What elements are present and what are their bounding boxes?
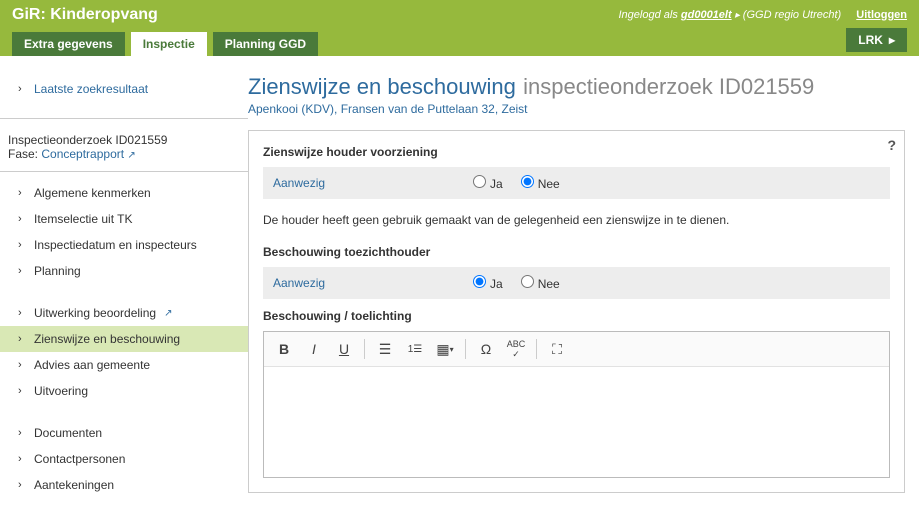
fase-link[interactable]: Conceptrapport ↗ xyxy=(41,147,135,161)
tab-extra-gegevens[interactable]: Extra gegevens xyxy=(12,32,125,56)
zienswijze-aanwezig-row: Aanwezig Ja Nee xyxy=(263,167,890,199)
rich-text-editor: B I U ☰ 1☰ ▦▾ Ω ABC✓ ⛶ xyxy=(263,331,890,478)
sidebar-item-advies[interactable]: › Advies aan gemeente xyxy=(0,352,248,378)
chevron-right-icon: › xyxy=(18,359,26,371)
sidebar-item-uitwerking[interactable]: › Uitwerking beoordeling ↗ xyxy=(0,300,248,326)
italic-button[interactable]: I xyxy=(300,336,328,362)
user-info: Ingelogd als gd0001elt (GGD regio Utrech… xyxy=(619,9,908,21)
tab-planning-ggd[interactable]: Planning GGD xyxy=(213,32,318,56)
section-zienswijze-title: Zienswijze houder voorziening xyxy=(263,145,890,159)
underline-button[interactable]: U xyxy=(330,336,358,362)
last-search-link[interactable]: › Laatste zoekresultaat xyxy=(0,76,248,102)
zienswijze-nee-radio[interactable]: Nee xyxy=(521,175,560,191)
bold-button[interactable]: B xyxy=(270,336,298,362)
chevron-right-icon: › xyxy=(18,83,26,95)
page-title: Zienswijze en beschouwing xyxy=(248,74,516,99)
chevron-right-icon: › xyxy=(18,187,26,199)
external-icon: ↗ xyxy=(164,308,172,319)
app-header: GiR: Kinderopvang Ingelogd als gd0001elt… xyxy=(0,0,919,56)
logout-link[interactable]: Uitloggen xyxy=(856,9,907,21)
sidebar-item-zienswijze[interactable]: › Zienswijze en beschouwing xyxy=(0,326,248,352)
sidebar-item-aantekeningen[interactable]: › Aantekeningen xyxy=(0,472,248,498)
external-icon xyxy=(735,9,740,21)
sidebar-item-documenten[interactable]: › Documenten xyxy=(0,420,248,446)
chevron-right-icon: › xyxy=(18,385,26,397)
numbered-list-button[interactable]: 1☰ xyxy=(401,336,429,362)
beschouwing-ja-radio[interactable]: Ja xyxy=(473,275,503,291)
chevron-right-icon: › xyxy=(18,239,26,251)
lrk-button[interactable]: LRK ▸ xyxy=(846,28,907,52)
sidebar-item-algemene-kenmerken[interactable]: › Algemene kenmerken xyxy=(0,180,248,206)
chevron-right-icon: › xyxy=(18,307,26,319)
sidebar-item-planning[interactable]: › Planning xyxy=(0,258,248,284)
phase-block: Inspectieonderzoek ID021559 Fase: Concep… xyxy=(0,127,248,172)
main-content: Zienswijze en beschouwing inspectieonder… xyxy=(248,56,919,498)
sidebar-item-inspectiedatum[interactable]: › Inspectiedatum en inspecteurs xyxy=(0,232,248,258)
help-icon[interactable]: ? xyxy=(887,137,896,153)
sidebar: › Laatste zoekresultaat Inspectieonderzo… xyxy=(0,56,248,498)
editor-toolbar: B I U ☰ 1☰ ▦▾ Ω ABC✓ ⛶ xyxy=(264,332,889,367)
brand: GiR: Kinderopvang xyxy=(12,6,158,24)
external-icon: ▸ xyxy=(889,33,895,47)
chevron-right-icon: › xyxy=(18,453,26,465)
chevron-right-icon: › xyxy=(18,479,26,491)
chevron-right-icon: › xyxy=(18,213,26,225)
beschouwing-aanwezig-row: Aanwezig Ja Nee xyxy=(263,267,890,299)
tab-inspectie[interactable]: Inspectie xyxy=(131,32,207,56)
chevron-right-icon: › xyxy=(18,265,26,277)
main-tabs: Extra gegevens Inspectie Planning GGD xyxy=(12,32,318,56)
username-link[interactable]: gd0001elt xyxy=(681,9,732,21)
sidebar-item-uitvoering[interactable]: › Uitvoering xyxy=(0,378,248,404)
bullet-list-button[interactable]: ☰ xyxy=(371,336,399,362)
page-subtitle: Apenkooi (KDV), Fransen van de Puttelaan… xyxy=(248,102,905,116)
spellcheck-button[interactable]: ABC✓ xyxy=(502,336,530,362)
section-beschouwing-title: Beschouwing toezichthouder xyxy=(263,245,890,259)
external-icon: ↗ xyxy=(127,150,135,161)
special-char-button[interactable]: Ω xyxy=(472,336,500,362)
beschouwing-nee-radio[interactable]: Nee xyxy=(521,275,560,291)
chevron-right-icon: › xyxy=(18,333,26,345)
zienswijze-ja-radio[interactable]: Ja xyxy=(473,175,503,191)
fullscreen-button[interactable]: ⛶ xyxy=(543,336,571,362)
zienswijze-note: De houder heeft geen gebruik gemaakt van… xyxy=(263,209,890,241)
beschouwing-toelichting-label: Beschouwing / toelichting xyxy=(263,309,890,323)
sidebar-item-itemselectie[interactable]: › Itemselectie uit TK xyxy=(0,206,248,232)
chevron-right-icon: › xyxy=(18,427,26,439)
page-title-sub: inspectieonderzoek ID021559 xyxy=(523,74,814,99)
sidebar-item-contactpersonen[interactable]: › Contactpersonen xyxy=(0,446,248,472)
editor-textarea[interactable] xyxy=(264,367,889,477)
table-button[interactable]: ▦▾ xyxy=(431,336,459,362)
form-panel: ? Zienswijze houder voorziening Aanwezig… xyxy=(248,130,905,493)
